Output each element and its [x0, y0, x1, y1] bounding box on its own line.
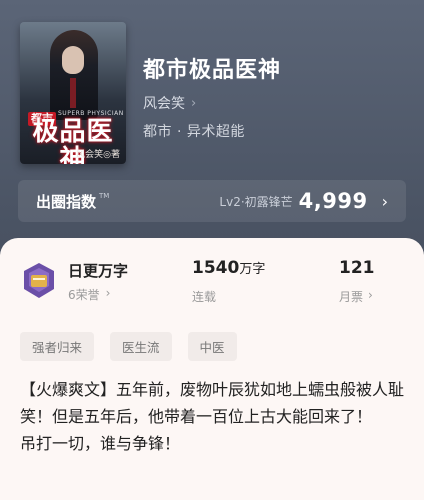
author-name: 风会笑	[143, 96, 185, 112]
cover-tie	[70, 78, 76, 108]
cover-face	[62, 46, 84, 74]
update-stat-name: 日更万字	[68, 262, 129, 280]
index-level: Lv2·初露锋芒	[219, 194, 293, 209]
monthly-tickets-value: 121	[339, 258, 375, 278]
cover-subtitle: SUPERB PHYSICIAN	[58, 110, 124, 117]
book-description[interactable]: 【火爆爽文】五年前，废物叶辰犹如地上蠕虫般被人耻笑！但是五年后，他带着一百位上古…	[20, 376, 410, 457]
monthly-tickets-label: 月票	[339, 290, 364, 304]
index-label: 出圈指数	[36, 192, 97, 211]
chevron-right-icon: ›	[381, 191, 388, 211]
honors-count: 6荣誉	[68, 288, 100, 302]
tag-item[interactable]: 医生流	[110, 332, 172, 361]
book-cover[interactable]: 都市 SUPERB PHYSICIAN 极品医神 风会笑◎著	[20, 22, 126, 164]
description-paragraph: 吊打一切，谁与争锋！	[20, 434, 181, 453]
tag-item[interactable]: 中医	[187, 332, 237, 361]
chevron-right-icon: ›	[368, 288, 373, 302]
index-score: 4,999	[298, 189, 368, 213]
honors-link[interactable]: 6荣誉 ›	[68, 286, 110, 303]
book-genre: 都市 · 异术超能	[143, 124, 245, 140]
medal-icon	[24, 263, 54, 298]
word-count-value: 1540	[192, 258, 240, 278]
word-count-unit: 万字	[239, 262, 266, 277]
tag-item[interactable]: 强者归来	[20, 332, 95, 361]
info-panel: 日更万字 6荣誉 › 1540万字 连载 121 月票 › 强者归来 医生流 中…	[0, 238, 424, 500]
book-title: 都市极品医神	[143, 58, 282, 83]
chevron-right-icon: ›	[105, 286, 111, 300]
chevron-right-icon: ›	[191, 95, 197, 111]
description-paragraph: 【火爆爽文】五年前，废物叶辰犹如地上蠕虫般被人耻笑！但是五年后，他带着一百位上古…	[20, 380, 405, 426]
monthly-tickets-link[interactable]: 月票 ›	[339, 288, 373, 305]
word-count-label: 连载	[192, 290, 217, 304]
trademark-icon: TM	[99, 192, 110, 200]
cover-author-art: 风会笑◎著	[76, 150, 120, 160]
popularity-index-bar[interactable]: 出圈指数 TM Lv2·初露锋芒 4,999 ›	[18, 180, 406, 222]
word-count: 1540万字	[192, 258, 265, 278]
author-link[interactable]: 风会笑 ›	[143, 93, 196, 113]
index-right: Lv2·初露锋芒 4,999 ›	[219, 189, 406, 213]
tag-list: 强者归来 医生流 中医	[20, 332, 237, 361]
